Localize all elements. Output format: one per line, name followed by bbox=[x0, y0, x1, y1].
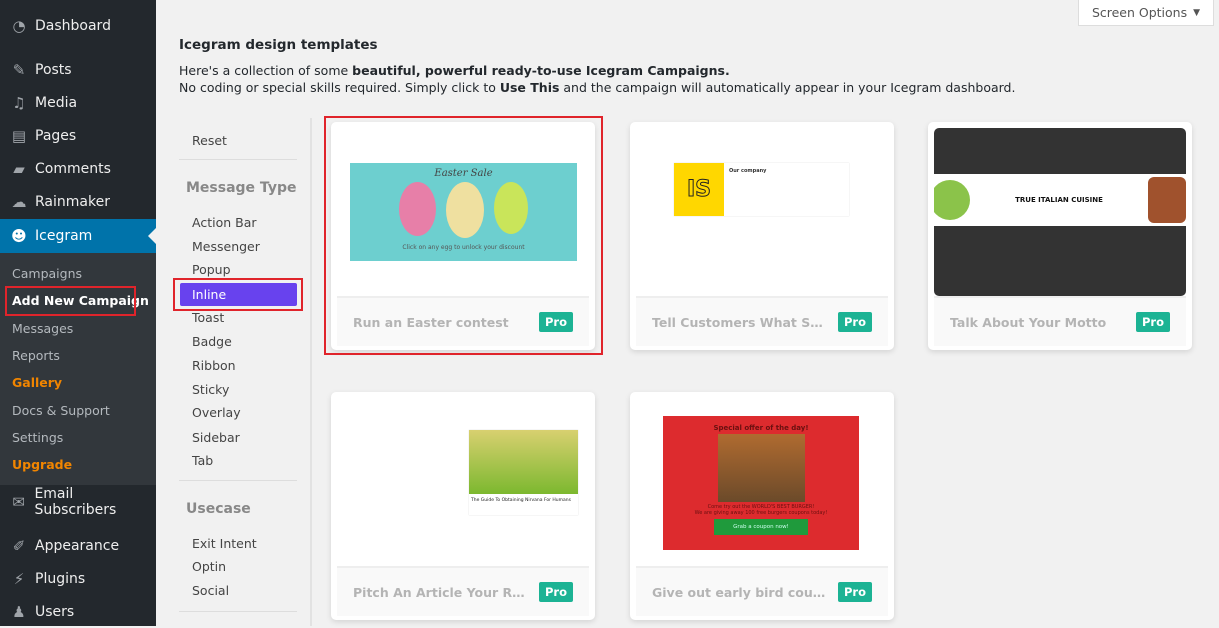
screen-options-button[interactable]: Screen Options ▼ bbox=[1078, 0, 1214, 26]
divider bbox=[179, 611, 297, 612]
description-line-1: Here's a collection of some beautiful, p… bbox=[179, 63, 730, 78]
highlight-box bbox=[324, 116, 603, 355]
template-preview: Special offer of the day! Come try out t… bbox=[636, 398, 888, 566]
pro-badge: Pro bbox=[1135, 312, 1170, 332]
filter-social[interactable]: Social bbox=[192, 583, 229, 598]
caret-down-icon: ▼ bbox=[1193, 7, 1201, 18]
sidebar-item-appearance[interactable]: ✐ Appearance bbox=[0, 530, 156, 562]
sidebar-item-posts[interactable]: ✎ Posts bbox=[0, 54, 156, 86]
submenu-upgrade[interactable]: Upgrade bbox=[12, 457, 72, 472]
template-card[interactable]: TRUE ITALIAN CUISINE Talk About Your Mot… bbox=[928, 122, 1192, 350]
pro-badge: Pro bbox=[538, 582, 573, 602]
cloud-icon: ☁ bbox=[11, 193, 27, 211]
submenu-reports[interactable]: Reports bbox=[12, 348, 60, 363]
brush-icon: ✐ bbox=[12, 537, 26, 555]
pro-badge: Pro bbox=[837, 582, 872, 602]
mail-icon: ✉ bbox=[12, 493, 25, 511]
divider bbox=[179, 480, 297, 481]
sidebar-item-rainmaker[interactable]: ☁ Rainmaker bbox=[0, 186, 156, 218]
submenu-gallery[interactable]: Gallery bbox=[12, 375, 62, 390]
pin-icon: ✎ bbox=[12, 61, 26, 79]
logo: IS bbox=[674, 163, 724, 216]
column-divider bbox=[310, 118, 312, 626]
sidebar-item-plugins[interactable]: ⚡ Plugins bbox=[0, 563, 156, 595]
sidebar-item-comments[interactable]: ▰ Comments bbox=[0, 153, 156, 185]
description-line-2: No coding or special skills required. Si… bbox=[179, 80, 1016, 95]
filter-exit-intent[interactable]: Exit Intent bbox=[192, 536, 257, 551]
template-preview: IS Our company bbox=[636, 128, 888, 296]
comment-icon: ▰ bbox=[13, 160, 25, 178]
filter-popup[interactable]: Popup bbox=[192, 262, 231, 277]
template-preview: The Guide To Obtaining Nirvana For Human… bbox=[337, 398, 589, 566]
template-title: Pitch An Article Your Rea... bbox=[353, 584, 528, 600]
divider bbox=[179, 159, 297, 160]
dashboard-icon: ◔ bbox=[12, 17, 26, 35]
sidebar-item-media[interactable]: ♫ Media bbox=[0, 87, 156, 119]
filter-sticky[interactable]: Sticky bbox=[192, 382, 229, 397]
sidebar-item-icegram[interactable]: ☻ Icegram bbox=[0, 219, 156, 253]
pages-icon: ▤ bbox=[11, 127, 27, 145]
filter-sidebar[interactable]: Sidebar bbox=[192, 430, 240, 445]
page-title: Icegram design templates bbox=[179, 37, 378, 53]
filter-messenger[interactable]: Messenger bbox=[192, 239, 260, 254]
template-card[interactable]: Special offer of the day! Come try out t… bbox=[630, 392, 894, 620]
template-card[interactable]: IS Our company Tell Customers What Serv.… bbox=[630, 122, 894, 350]
template-title: Talk About Your Motto bbox=[950, 314, 1107, 330]
filter-overlay[interactable]: Overlay bbox=[192, 405, 241, 420]
filter-toast[interactable]: Toast bbox=[192, 310, 224, 325]
sidebar-item-pages[interactable]: ▤ Pages bbox=[0, 120, 156, 152]
submenu-docs-support[interactable]: Docs & Support bbox=[12, 403, 110, 418]
burger-image bbox=[717, 434, 805, 502]
filter-heading-usecase: Usecase bbox=[186, 501, 251, 517]
submenu-campaigns[interactable]: Campaigns bbox=[12, 266, 82, 281]
plug-icon: ⚡ bbox=[13, 570, 25, 588]
sidebar-item-email-subscribers[interactable]: ✉ Email Subscribers bbox=[0, 486, 156, 518]
salad-image bbox=[934, 180, 970, 220]
filter-optin[interactable]: Optin bbox=[192, 559, 226, 574]
template-title: Tell Customers What Serv... bbox=[652, 314, 827, 330]
filter-heading-message-type: Message Type bbox=[186, 180, 297, 196]
filter-action-bar[interactable]: Action Bar bbox=[192, 215, 257, 230]
icegram-icon: ☻ bbox=[11, 227, 27, 245]
sidebar-item-users[interactable]: ♟ Users bbox=[0, 596, 156, 628]
filter-reset[interactable]: Reset bbox=[192, 133, 227, 148]
highlight-box bbox=[5, 286, 136, 316]
user-icon: ♟ bbox=[12, 603, 26, 621]
template-title: Give out early bird coupons bbox=[652, 584, 827, 600]
media-icon: ♫ bbox=[12, 94, 26, 112]
submenu-messages[interactable]: Messages bbox=[12, 321, 73, 336]
template-card[interactable]: The Guide To Obtaining Nirvana For Human… bbox=[331, 392, 595, 620]
basket-image bbox=[1148, 177, 1186, 223]
pro-badge: Pro bbox=[837, 312, 872, 332]
meditation-image bbox=[469, 430, 578, 494]
sidebar-item-dashboard[interactable]: ◔ Dashboard bbox=[0, 10, 156, 42]
filter-ribbon[interactable]: Ribbon bbox=[192, 358, 236, 373]
submenu-settings[interactable]: Settings bbox=[12, 430, 63, 445]
coupon-button: Grab a coupon now! bbox=[714, 519, 808, 535]
filter-tab[interactable]: Tab bbox=[192, 453, 213, 468]
template-preview: TRUE ITALIAN CUISINE bbox=[934, 128, 1186, 296]
filter-badge[interactable]: Badge bbox=[192, 334, 232, 349]
highlight-box bbox=[173, 278, 303, 311]
